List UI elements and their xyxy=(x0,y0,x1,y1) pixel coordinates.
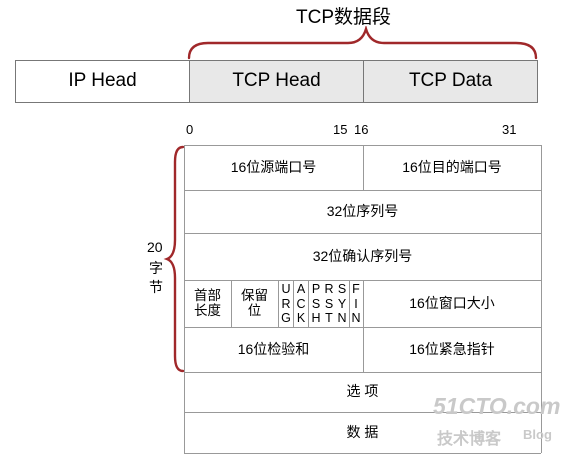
flag-rst: R S T xyxy=(324,282,334,325)
checksum-label: 16位检验和 xyxy=(237,340,310,357)
flag-urg: U R G xyxy=(281,282,291,325)
checksum-field: 16位检验和 xyxy=(184,327,363,372)
ip-head-box: IP Head xyxy=(16,61,189,102)
row-line-7 xyxy=(184,453,541,454)
urgent-pointer-label: 16位紧急指针 xyxy=(409,340,495,357)
dest-port-field: 16位目的端口号 xyxy=(363,145,541,190)
source-port-label: 16位源端口号 xyxy=(230,158,317,175)
watermark-sub-blog: Blog xyxy=(523,427,552,442)
data-label: 数 据 xyxy=(346,423,379,440)
options-label: 选 项 xyxy=(346,383,379,400)
ip-head-label: IP Head xyxy=(68,70,137,92)
tcp-data-box: TCP Data xyxy=(363,61,537,102)
watermark-sub-cn: 技术博客 xyxy=(437,431,502,448)
header-length-label-1: 首部 xyxy=(194,287,221,303)
sequence-number-label: 32位序列号 xyxy=(326,202,399,219)
side-label-jie: 节 xyxy=(149,279,163,295)
reserved-label-2: 位 xyxy=(247,302,262,318)
ack-number-label: 32位确认序列号 xyxy=(312,247,413,264)
window-size-field: 16位窗口大小 xyxy=(363,280,541,327)
flag-ack: A C K xyxy=(296,282,306,325)
dest-port-label: 16位目的端口号 xyxy=(402,158,502,175)
bit-16-label: 16 xyxy=(354,122,369,137)
tcp-data-label: TCP Data xyxy=(408,70,493,92)
header-length-label-2: 长度 xyxy=(194,302,221,318)
bit-15-label: 15 xyxy=(333,122,348,137)
bit-31-label: 31 xyxy=(502,122,517,137)
bit-0-label: 0 xyxy=(186,122,194,137)
tcp-brace xyxy=(187,26,538,60)
sequence-number-field: 32位序列号 xyxy=(184,190,541,233)
watermark-site: 51CTO.com xyxy=(433,393,561,419)
reserved-field: 保留 位 xyxy=(231,280,278,327)
urgent-pointer-field: 16位紧急指针 xyxy=(363,327,541,372)
diagram-title: TCP数据段 xyxy=(296,7,392,28)
flag-syn: S Y N xyxy=(337,282,347,325)
tcp-head-box: TCP Head xyxy=(189,61,363,102)
window-size-label: 16位窗口大小 xyxy=(409,294,495,311)
reserved-label-1: 保留 xyxy=(241,287,268,303)
source-port-field: 16位源端口号 xyxy=(184,145,363,190)
flag-fin: F I N xyxy=(351,282,361,325)
side-label-20: 20 xyxy=(147,239,163,255)
tcp-head-label: TCP Head xyxy=(232,70,321,92)
ack-number-field: 32位确认序列号 xyxy=(184,233,541,280)
flag-psh: P S H xyxy=(311,282,321,325)
header-length-field: 首部 长度 xyxy=(184,280,231,327)
side-label-zi: 字 xyxy=(149,260,163,276)
